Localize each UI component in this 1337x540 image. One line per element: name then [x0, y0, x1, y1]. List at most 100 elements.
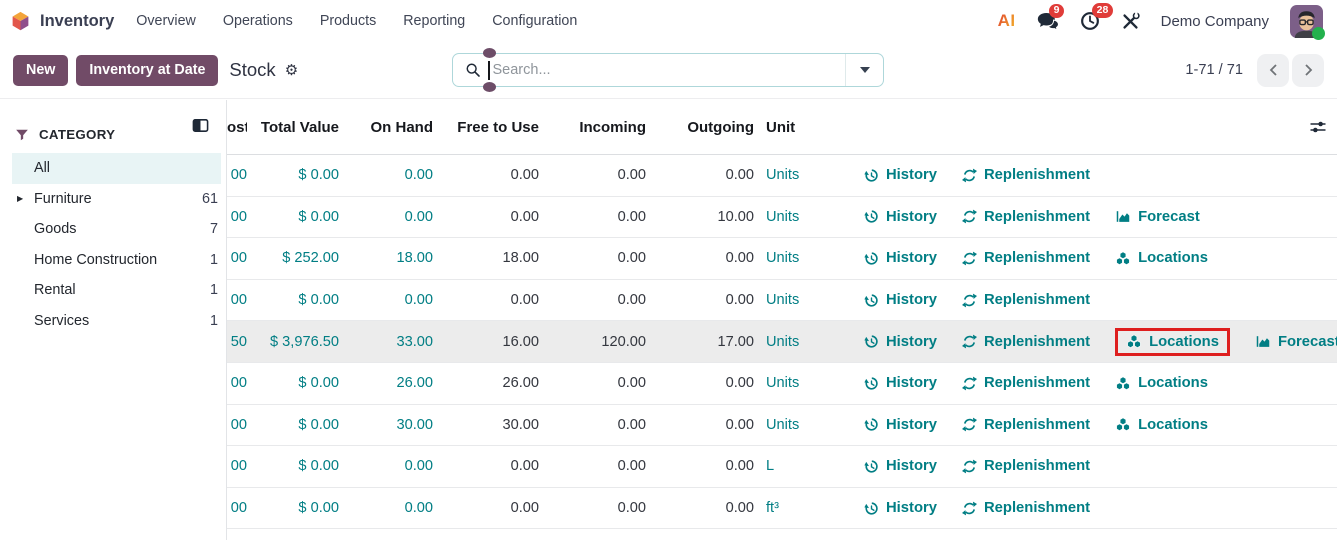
table-row[interactable]: 00$ 0.000.000.000.000.00LHistoryReplenis…	[227, 446, 1337, 488]
inventory-app-icon[interactable]	[10, 10, 31, 32]
column-header-total-value[interactable]: Total Value	[247, 119, 339, 136]
replenishment-button[interactable]: Replenishment	[962, 500, 1090, 516]
locations-button-label: Locations	[1149, 334, 1219, 350]
history-button[interactable]: History	[864, 209, 937, 225]
history-button[interactable]: History	[864, 500, 937, 516]
sidebar-item-furniture[interactable]: ▶Furniture61	[12, 184, 221, 215]
outgoing-value: 0.00	[646, 375, 754, 391]
locations-icon	[1115, 376, 1131, 391]
selection-handle-bottom[interactable]	[483, 82, 496, 92]
replenishment-button[interactable]: Replenishment	[962, 458, 1090, 474]
total-value: $ 3,976.50	[247, 334, 339, 350]
history-button[interactable]: History	[864, 167, 937, 183]
unit-link[interactable]: Units	[754, 167, 824, 183]
unit-link[interactable]: Units	[754, 209, 824, 225]
column-header-incoming[interactable]: Incoming	[539, 119, 646, 136]
unit-link[interactable]: Units	[754, 375, 824, 391]
unit-link[interactable]: ft³	[754, 500, 824, 516]
locations-button[interactable]: Locations	[1115, 417, 1208, 433]
tools-icon	[1121, 12, 1140, 31]
user-avatar[interactable]	[1290, 5, 1323, 38]
locations-button[interactable]: Locations	[1126, 334, 1219, 350]
column-header-outgoing[interactable]: Outgoing	[646, 119, 754, 136]
history-button[interactable]: History	[864, 375, 937, 391]
forecast-button[interactable]: Forecast	[1255, 334, 1337, 350]
unit-link[interactable]: Units	[754, 250, 824, 266]
sidebar-item-rental[interactable]: Rental1	[12, 275, 221, 306]
table-row[interactable]: 00$ 0.000.000.000.000.00ft³HistoryReplen…	[227, 488, 1337, 530]
forecast-button-label: Forecast	[1138, 209, 1200, 225]
history-button[interactable]: History	[864, 250, 937, 266]
unit-link[interactable]: Units	[754, 334, 824, 350]
search-placeholder[interactable]: Search...	[493, 62, 846, 78]
sidebar-item-home-construction[interactable]: Home Construction1	[12, 245, 221, 276]
forecast-button[interactable]: Forecast	[1115, 209, 1200, 225]
sidebar-item-goods[interactable]: Goods7	[12, 214, 221, 245]
column-header-on-hand[interactable]: On Hand	[339, 119, 433, 136]
replenishment-button[interactable]: Replenishment	[962, 292, 1090, 308]
category-label: Goods	[34, 221, 76, 237]
replenishment-button-label: Replenishment	[984, 209, 1090, 225]
on-hand-value: 30.00	[339, 417, 433, 433]
locations-button[interactable]: Locations	[1115, 375, 1208, 391]
menu-products[interactable]: Products	[320, 13, 376, 29]
optional-columns-icon[interactable]	[1309, 120, 1327, 135]
caret-right-icon[interactable]: ▶	[17, 194, 23, 203]
table-row[interactable]: 00$ 0.0030.0030.000.000.00UnitsHistoryRe…	[227, 405, 1337, 447]
search-dropdown-toggle[interactable]	[846, 54, 883, 86]
history-button[interactable]: History	[864, 458, 937, 474]
menu-configuration[interactable]: Configuration	[492, 13, 577, 29]
unit-link[interactable]: Units	[754, 292, 824, 308]
panel-toggle-icon[interactable]	[192, 117, 209, 134]
table-row[interactable]: 00$ 252.0018.0018.000.000.00UnitsHistory…	[227, 238, 1337, 280]
activities-button[interactable]: 28	[1080, 11, 1100, 31]
replenishment-button[interactable]: Replenishment	[962, 209, 1090, 225]
history-button[interactable]: History	[864, 417, 937, 433]
table-row[interactable]: 00$ 0.000.000.000.0010.00UnitsHistoryRep…	[227, 197, 1337, 239]
control-panel: New Inventory at Date Stock ⚙ Search... …	[0, 42, 1337, 99]
total-value: $ 252.00	[247, 250, 339, 266]
on-hand-value: 0.00	[339, 292, 433, 308]
replenishment-button[interactable]: Replenishment	[962, 375, 1090, 391]
ai-icon[interactable]: AI	[998, 11, 1016, 31]
column-header-free-to-use[interactable]: Free to Use	[433, 119, 539, 136]
history-button[interactable]: History	[864, 334, 937, 350]
company-switcher[interactable]: Demo Company	[1161, 13, 1269, 30]
pager-previous-button[interactable]	[1257, 54, 1289, 87]
new-button[interactable]: New	[13, 55, 68, 86]
cost-value-truncated: 00	[227, 292, 247, 308]
table-row[interactable]: 00$ 0.000.000.000.000.00UnitsHistoryRepl…	[227, 280, 1337, 322]
menu-operations[interactable]: Operations	[223, 13, 293, 29]
sidebar-item-all[interactable]: All	[12, 153, 221, 184]
view-settings-gear-icon[interactable]: ⚙	[285, 61, 298, 79]
locations-button[interactable]: Locations	[1115, 250, 1208, 266]
unit-link[interactable]: L	[754, 458, 824, 474]
replenishment-button[interactable]: Replenishment	[962, 167, 1090, 183]
inventory-at-date-button[interactable]: Inventory at Date	[76, 55, 218, 86]
replenishment-button[interactable]: Replenishment	[962, 250, 1090, 266]
replenishment-button[interactable]: Replenishment	[962, 334, 1090, 350]
history-icon	[864, 168, 879, 183]
column-header-unit[interactable]: Unit	[754, 119, 824, 136]
column-header-cost-truncated[interactable]: ost	[227, 119, 247, 136]
table-row[interactable]: 00$ 0.000.000.000.000.00UnitsHistoryRepl…	[227, 155, 1337, 197]
history-button-label: History	[886, 167, 937, 183]
debug-tools-button[interactable]	[1121, 12, 1140, 31]
history-button[interactable]: History	[864, 292, 937, 308]
replenishment-button[interactable]: Replenishment	[962, 417, 1090, 433]
menu-reporting[interactable]: Reporting	[403, 13, 465, 29]
selection-handle-top[interactable]	[483, 48, 496, 58]
unit-link[interactable]: Units	[754, 417, 824, 433]
app-name[interactable]: Inventory	[40, 12, 114, 31]
menu-overview[interactable]: Overview	[136, 13, 196, 29]
history-button-label: History	[886, 292, 937, 308]
search-bar[interactable]: Search...	[452, 53, 884, 87]
table-row[interactable]: 50$ 3,976.5033.0016.00120.0017.00UnitsHi…	[227, 321, 1337, 363]
messages-button[interactable]: 9	[1037, 12, 1059, 31]
on-hand-value: 18.00	[339, 250, 433, 266]
top-navbar: Inventory Overview Operations Products R…	[0, 0, 1337, 42]
table-row[interactable]: 00$ 0.0026.0026.000.000.00UnitsHistoryRe…	[227, 363, 1337, 405]
messages-badge: 9	[1049, 4, 1065, 19]
sidebar-item-services[interactable]: Services1	[12, 306, 221, 337]
pager-next-button[interactable]	[1292, 54, 1324, 87]
